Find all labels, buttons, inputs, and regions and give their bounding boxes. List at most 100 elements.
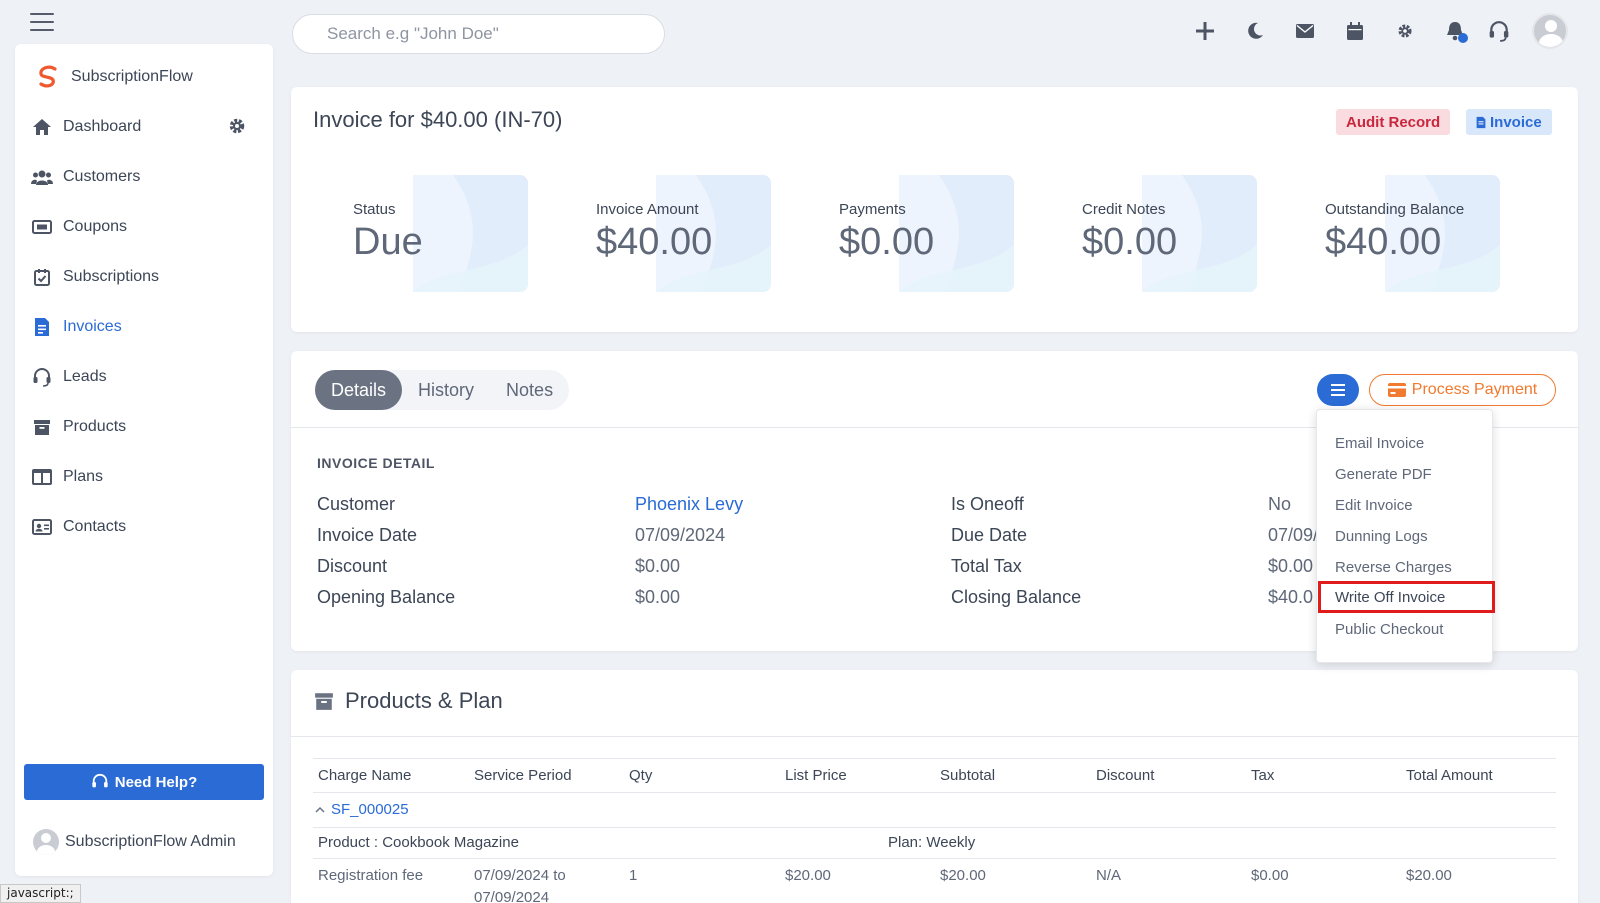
tab-details[interactable]: Details [315, 370, 403, 410]
stat-status: Status Due [313, 175, 528, 292]
calendar-check-icon [31, 266, 53, 288]
detail-key: Customer [317, 494, 396, 514]
sidebar-item-products[interactable]: Products [31, 402, 257, 452]
sidebar-item-label: Contacts [63, 518, 127, 535]
menu-item-generate-pdf[interactable]: Generate PDF [1318, 460, 1491, 488]
detail-value: 07/09/ [1268, 525, 1319, 545]
charge-name: Registration fee [318, 867, 424, 884]
stat-value: $40.00 [596, 221, 713, 263]
stat-outstanding-balance: Outstanding Balance $40.00 [1285, 175, 1500, 292]
stat-value: Due [353, 221, 423, 263]
column-header: Total Amount [1406, 767, 1493, 784]
bell-icon[interactable] [1440, 16, 1470, 46]
stat-invoice-amount: Invoice Amount $40.00 [556, 175, 771, 292]
stat-value: $0.00 [1082, 221, 1178, 263]
admin-profile[interactable]: SubscriptionFlow Admin [33, 829, 236, 855]
subscription-toggle[interactable]: SF_000025 [315, 801, 409, 818]
detail-value: $0.00 [635, 556, 681, 576]
sidebar-item-subscriptions[interactable]: Subscriptions [31, 252, 257, 302]
sidebar-item-label: Dashboard [63, 118, 142, 135]
sidebar-item-contacts[interactable]: Contacts [31, 502, 257, 552]
detail-value: $0.00 [635, 587, 681, 607]
search-input[interactable] [292, 14, 665, 54]
contact-card-icon [31, 516, 53, 538]
menu-item-edit-invoice[interactable]: Edit Invoice [1318, 491, 1491, 519]
audit-record-button[interactable]: Audit Record [1336, 109, 1451, 135]
wave-decoration [413, 175, 528, 292]
brand-logo-icon [39, 65, 57, 88]
invoice-badge-button[interactable]: Invoice [1466, 109, 1552, 135]
sidebar-item-customers[interactable]: Customers [31, 152, 257, 202]
stat-label: Payments [839, 201, 906, 218]
sidebar-item-plans[interactable]: Plans [31, 452, 257, 502]
section-label: INVOICE DETAIL [317, 455, 435, 471]
invoice-summary-card: Invoice for $40.00 (IN-70) Audit Record … [291, 87, 1578, 332]
sidebar-item-invoices[interactable]: Invoices [31, 302, 257, 352]
column-header: Discount [1096, 767, 1155, 784]
sidebar-item-label: Invoices [63, 318, 122, 335]
list-price: $20.00 [785, 867, 831, 884]
sidebar-nav: Dashboard Customers Coupons Subscription… [31, 102, 257, 552]
column-header: Service Period [474, 767, 572, 784]
tab-notes[interactable]: Notes [490, 370, 569, 410]
menu-item-reverse-charges[interactable]: Reverse Charges [1318, 553, 1491, 581]
table-top-border [313, 758, 1556, 759]
products-plan-header: Products & Plan [313, 688, 503, 714]
headset-icon[interactable] [1484, 16, 1514, 46]
customer-link[interactable]: Phoenix Levy [635, 494, 743, 518]
sidebar-item-leads[interactable]: Leads [31, 352, 257, 402]
sidebar-item-label: Plans [63, 468, 104, 485]
chevron-up-icon [315, 806, 325, 813]
calendar-icon[interactable] [1340, 16, 1370, 46]
plus-icon[interactable] [1190, 16, 1220, 46]
archive-icon [31, 416, 53, 438]
menu-item-write-off-invoice[interactable]: Write Off Invoice [1318, 581, 1495, 613]
sidebar-item-label: Products [63, 418, 127, 435]
subtotal: $20.00 [940, 867, 986, 884]
discount: N/A [1096, 867, 1122, 884]
stat-credit-notes: Credit Notes $0.00 [1042, 175, 1257, 292]
detail-key: Invoice Date [317, 525, 418, 545]
sidebar-item-dashboard[interactable]: Dashboard [31, 102, 257, 152]
menu-item-dunning-logs[interactable]: Dunning Logs [1318, 522, 1491, 550]
moon-icon[interactable] [1240, 16, 1270, 46]
hamburger-menu-icon[interactable] [30, 13, 54, 31]
stat-label: Credit Notes [1082, 201, 1166, 218]
divider [291, 736, 1578, 737]
top-toolbar [1190, 16, 1514, 46]
invoice-icon [1476, 116, 1486, 128]
detail-key: Opening Balance [317, 587, 456, 607]
need-help-button[interactable]: Need Help? [24, 764, 264, 800]
stat-value: $40.00 [1325, 221, 1442, 263]
stat-label: Status [353, 201, 396, 218]
gear-icon[interactable] [227, 116, 247, 136]
credit-card-icon [1387, 383, 1406, 397]
column-header: List Price [785, 767, 847, 784]
detail-key: Due Date [951, 525, 1028, 545]
menu-item-public-checkout[interactable]: Public Checkout [1318, 615, 1491, 643]
sidebar-item-coupons[interactable]: Coupons [31, 202, 257, 252]
actions-menu-button[interactable] [1317, 374, 1359, 406]
sidebar-item-label: Leads [63, 368, 107, 385]
gear-icon[interactable] [1390, 16, 1420, 46]
sidebar-item-label: Subscriptions [63, 268, 160, 285]
process-payment-button[interactable]: Process Payment [1369, 374, 1556, 406]
detail-value: $40.0 [1268, 587, 1314, 607]
user-avatar[interactable] [1532, 13, 1568, 49]
stat-value: $0.00 [839, 221, 935, 263]
stat-payments: Payments $0.00 [799, 175, 1014, 292]
need-help-label: Need Help? [114, 773, 198, 791]
mail-icon[interactable] [1290, 16, 1320, 46]
products-plan-card: Products & Plan Charge Name Service Peri… [291, 670, 1578, 903]
column-header: Subtotal [940, 767, 996, 784]
plan-label: Plan: Weekly [888, 834, 976, 851]
brand[interactable]: SubscriptionFlow [35, 64, 193, 90]
archive-icon [315, 693, 333, 710]
section-title: Products & Plan [345, 688, 503, 713]
headset-icon [31, 366, 53, 388]
users-icon [31, 166, 53, 188]
tab-history[interactable]: History [402, 370, 490, 410]
tax: $0.00 [1251, 867, 1289, 884]
service-period-start: 07/09/2024 to [474, 867, 566, 884]
menu-item-email-invoice[interactable]: Email Invoice [1318, 429, 1491, 457]
